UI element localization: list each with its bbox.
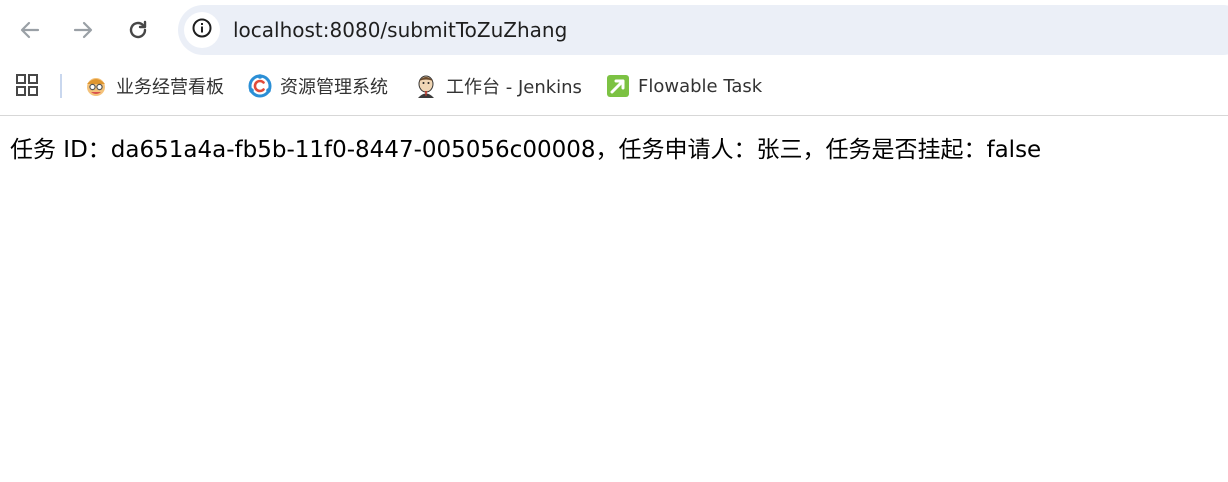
bookmark-label: Flowable Task [638, 75, 763, 97]
jenkins-icon [414, 74, 438, 98]
apps-button[interactable] [12, 72, 42, 102]
info-icon [191, 17, 213, 43]
site-info-button[interactable] [184, 12, 220, 48]
bookmark-flowable-task[interactable]: Flowable Task [606, 71, 762, 101]
bookmark-label: 工作台 - Jenkins [446, 77, 582, 98]
reload-button[interactable] [119, 11, 157, 49]
bookmark-business-dashboard[interactable]: 业务经营看板 [84, 71, 224, 101]
back-button[interactable] [11, 11, 49, 49]
resource-system-icon [248, 74, 272, 98]
bookmark-label: 业务经营看板 [116, 77, 224, 98]
bookmark-jenkins[interactable]: 工作台 - Jenkins [414, 71, 582, 101]
arrow-right-icon [71, 18, 95, 42]
address-bar[interactable]: localhost:8080/submitToZuZhang [178, 5, 1228, 55]
url-text[interactable]: localhost:8080/submitToZuZhang [233, 5, 567, 55]
browser-toolbar: localhost:8080/submitToZuZhang [0, 0, 1228, 60]
bookmarks-separator [60, 74, 62, 98]
bookmark-label: 资源管理系统 [280, 77, 388, 98]
arrow-left-icon [18, 18, 42, 42]
avatar-bookmark-icon [84, 74, 108, 98]
flowable-icon [606, 74, 630, 98]
reload-icon [126, 18, 150, 42]
page-message: 任务 ID：da651a4a-fb5b-11f0-8447-005056c000… [10, 137, 1042, 163]
apps-grid-icon [15, 73, 39, 101]
forward-button[interactable] [64, 11, 102, 49]
bookmark-resource-system[interactable]: 资源管理系统 [248, 71, 388, 101]
bookmarks-bar: 业务经营看板 资源管理系统 工作台 - Jenkins Flowable Tas… [0, 60, 1228, 116]
